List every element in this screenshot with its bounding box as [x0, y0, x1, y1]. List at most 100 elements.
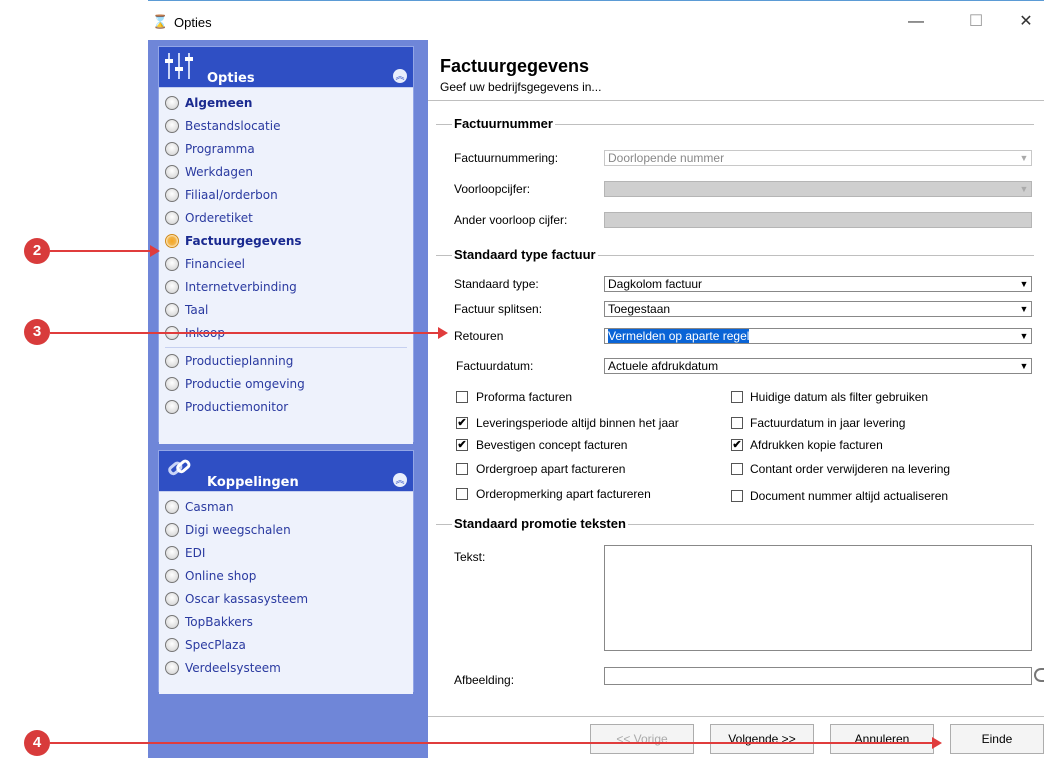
- section-factuurnummer: Factuurnummer: [452, 116, 555, 131]
- koppelingen-panel-header[interactable]: Koppelingen ︽: [159, 451, 413, 491]
- browse-icon[interactable]: [1034, 668, 1044, 682]
- contant-order-checkbox[interactable]: [731, 463, 743, 475]
- minimize-button[interactable]: —: [906, 12, 926, 32]
- annotation-arrow-2: [50, 250, 152, 252]
- ander-voorloop-label: Ander voorloop cijfer:: [454, 213, 568, 227]
- radio-icon: [165, 615, 179, 629]
- factuurdatum-jaar-checkbox[interactable]: [731, 417, 743, 429]
- proforma-checkbox[interactable]: [456, 391, 468, 403]
- factuurnummering-select[interactable]: Doorlopende nummer ▼: [604, 150, 1032, 166]
- standaard-type-label: Standaard type:: [454, 277, 539, 291]
- sidebar-item-werkdagen[interactable]: Werkdagen: [159, 161, 413, 184]
- sidebar-item-productiemonitor[interactable]: Productiemonitor: [159, 396, 413, 419]
- sidebar-item-verdeelsysteem[interactable]: Verdeelsysteem: [159, 657, 413, 680]
- sidebar-item-topbakkers[interactable]: TopBakkers: [159, 611, 413, 634]
- sidebar-item-productie-omgeving[interactable]: Productie omgeving: [159, 373, 413, 396]
- koppelingen-list: Casman Digi weegschalen EDI Online shop …: [159, 491, 413, 694]
- checkmark-icon: ✔: [457, 417, 467, 429]
- sidebar-item-factuurgegevens[interactable]: Factuurgegevens: [159, 230, 413, 253]
- leveringsperiode-checkbox[interactable]: ✔: [456, 417, 468, 429]
- radio-icon: [165, 400, 179, 414]
- annotation-marker-3: 3: [24, 319, 50, 345]
- factuurdatum-select[interactable]: Actuele afdrukdatum ▼: [604, 358, 1032, 374]
- collapse-icon[interactable]: ︽: [393, 473, 407, 487]
- afdrukken-kopie-label: Afdrukken kopie facturen: [750, 438, 883, 452]
- sidebar-item-financieel[interactable]: Financieel: [159, 253, 413, 276]
- factuurdatum-jaar-label: Factuurdatum in jaar levering: [750, 416, 906, 430]
- huidige-datum-checkbox[interactable]: [731, 391, 743, 403]
- sidebar-item-orderetiket[interactable]: Orderetiket: [159, 207, 413, 230]
- tekst-label: Tekst:: [454, 550, 486, 564]
- ordergroep-checkbox[interactable]: [456, 463, 468, 475]
- header-divider: [428, 100, 1044, 101]
- link-icon: [168, 459, 191, 476]
- bevestigen-checkbox[interactable]: ✔: [456, 439, 468, 451]
- collapse-icon[interactable]: ︽: [393, 69, 407, 83]
- orderopmerking-label: Orderopmerking apart factureren: [476, 487, 651, 501]
- retouren-select[interactable]: Vermelden op aparte regel ▼: [604, 328, 1032, 344]
- sidebar-item-bestandslocatie[interactable]: Bestandslocatie: [159, 115, 413, 138]
- dropdown-arrow-icon: ▼: [1019, 184, 1029, 194]
- sidebar-item-filiaal-orderbon[interactable]: Filiaal/orderbon: [159, 184, 413, 207]
- afbeelding-input[interactable]: [604, 667, 1032, 685]
- sidebar-item-internetverbinding[interactable]: Internetverbinding: [159, 276, 413, 299]
- orderopmerking-checkbox[interactable]: [456, 488, 468, 500]
- opties-list: Algemeen Bestandslocatie Programma Werkd…: [159, 87, 413, 444]
- radio-icon: [165, 592, 179, 606]
- sidebar-item-specplaza[interactable]: SpecPlaza: [159, 634, 413, 657]
- radio-icon: [165, 661, 179, 675]
- section-promotie: Standaard promotie teksten: [452, 516, 628, 531]
- afbeelding-label: Afbeelding:: [454, 673, 515, 687]
- sidebar-item-taal[interactable]: Taal: [159, 299, 413, 322]
- app-icon: ⌛: [152, 14, 169, 29]
- arrowhead-icon: [932, 737, 942, 749]
- opties-panel: Opties ︽ Algemeen Bestandslocatie Progra…: [158, 46, 414, 444]
- maximize-button[interactable]: ☐: [966, 12, 986, 32]
- page-title: Factuurgegevens: [440, 56, 590, 76]
- radio-icon: [165, 500, 179, 514]
- afdrukken-kopie-checkbox[interactable]: ✔: [731, 439, 743, 451]
- voorloopcijfer-select[interactable]: ▼: [604, 181, 1032, 197]
- sidebar-item-digi-weegschalen[interactable]: Digi weegschalen: [159, 519, 413, 542]
- contant-order-label: Contant order verwijderen na levering: [750, 462, 951, 476]
- radio-icon: [165, 638, 179, 652]
- volgende-button[interactable]: Volgende >>: [710, 724, 814, 754]
- huidige-datum-label: Huidige datum als filter gebruiken: [750, 390, 929, 404]
- tekst-textarea[interactable]: [604, 545, 1032, 651]
- proforma-label: Proforma facturen: [476, 390, 573, 404]
- einde-button[interactable]: Einde: [950, 724, 1044, 754]
- standaard-type-select[interactable]: Dagkolom factuur ▼: [604, 276, 1032, 292]
- page-subtitle: Geef uw bedrijfsgegevens in...: [440, 80, 602, 94]
- annuleren-button[interactable]: Annuleren: [830, 724, 934, 754]
- sidebar-item-programma[interactable]: Programma: [159, 138, 413, 161]
- dropdown-arrow-icon: ▼: [1019, 331, 1029, 341]
- checkmark-icon: ✔: [732, 439, 742, 451]
- factuurnummering-label: Factuurnummering:: [454, 151, 559, 165]
- radio-icon: [165, 211, 179, 225]
- annotation-arrow-3: [50, 332, 440, 334]
- close-button[interactable]: ✕: [1016, 12, 1036, 32]
- leveringsperiode-label: Leveringsperiode altijd binnen het jaar: [476, 416, 679, 430]
- voorloopcijfer-label: Voorloopcijfer:: [454, 182, 531, 196]
- radio-icon: [165, 142, 179, 156]
- sidebar-item-casman[interactable]: Casman: [159, 496, 413, 519]
- vorige-button[interactable]: << Vorige: [590, 724, 694, 754]
- document-nummer-label: Document nummer altijd actualiseren: [750, 489, 949, 503]
- opties-panel-header[interactable]: Opties ︽: [159, 47, 413, 87]
- radio-icon: [165, 546, 179, 560]
- sidebar-item-algemeen[interactable]: Algemeen: [159, 92, 413, 115]
- ander-voorloop-input[interactable]: [604, 212, 1032, 228]
- sidebar-item-edi[interactable]: EDI: [159, 542, 413, 565]
- retouren-label: Retouren: [454, 329, 504, 343]
- splitsen-select[interactable]: Toegestaan ▼: [604, 301, 1032, 317]
- standaard-type-value: Dagkolom factuur: [608, 277, 703, 291]
- radio-selected-icon: [165, 234, 179, 248]
- sidebar-item-oscar-kassasysteem[interactable]: Oscar kassasysteem: [159, 588, 413, 611]
- annotation-marker-2: 2: [24, 238, 50, 264]
- koppelingen-panel-title: Koppelingen: [207, 475, 299, 490]
- document-nummer-checkbox[interactable]: [731, 490, 743, 502]
- sidebar-item-productieplanning[interactable]: Productieplanning: [159, 350, 413, 373]
- checkmark-icon: ✔: [457, 439, 467, 451]
- radio-icon: [165, 165, 179, 179]
- sidebar-item-online-shop[interactable]: Online shop: [159, 565, 413, 588]
